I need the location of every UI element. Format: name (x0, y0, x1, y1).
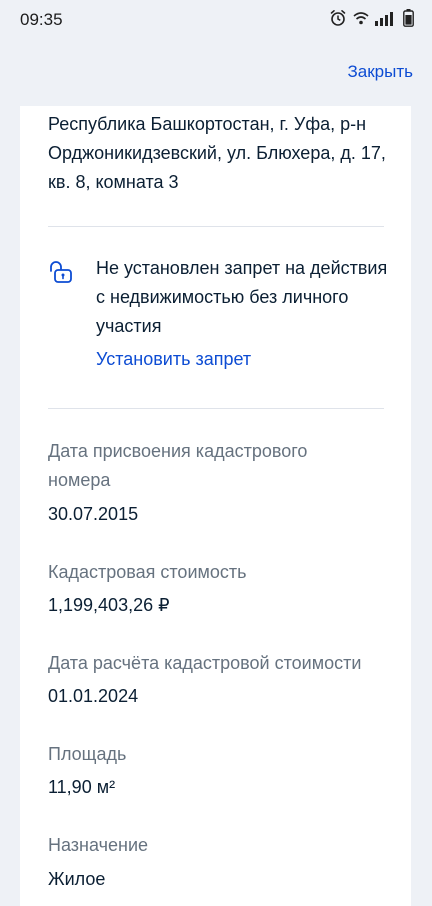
set-ban-link[interactable]: Установить запрет (96, 349, 251, 370)
field-label: Назначение (48, 835, 149, 855)
alarm-icon (329, 9, 347, 27)
close-button[interactable]: Закрыть (348, 62, 413, 82)
divider (48, 408, 384, 409)
field-label: Дата расчёта кадастровой стоимости (48, 653, 362, 673)
field-value: 11,90 м² (48, 777, 116, 797)
wifi-icon (353, 10, 369, 26)
property-card: Республика Башкортостан, г. Уфа, р-н Орд… (20, 106, 411, 906)
lock-icon (47, 259, 77, 290)
status-bar: 09:35 (0, 0, 432, 40)
status-time: 09:35 (20, 10, 63, 29)
field-value: Жилое (48, 869, 106, 889)
field-value: 01.01.2024 (48, 686, 139, 706)
ban-status-text: Не установлен запрет на действия с недви… (96, 258, 388, 336)
field-label: Площадь (48, 744, 127, 764)
divider (48, 226, 384, 227)
top-nav: Закрыть (0, 40, 432, 106)
signal-icon (375, 10, 397, 26)
battery-icon (403, 9, 414, 27)
property-address: Республика Башкортостан, г. Уфа, р-н Орд… (48, 114, 386, 192)
field-label: Дата присвоения кадастрового номера (48, 441, 308, 490)
status-icons (329, 9, 414, 27)
field-value: 1,199,403,26 ₽ (48, 595, 170, 615)
field-value: 30.07.2015 (48, 504, 139, 524)
field-label: Кадастровая стоимость (48, 562, 247, 582)
